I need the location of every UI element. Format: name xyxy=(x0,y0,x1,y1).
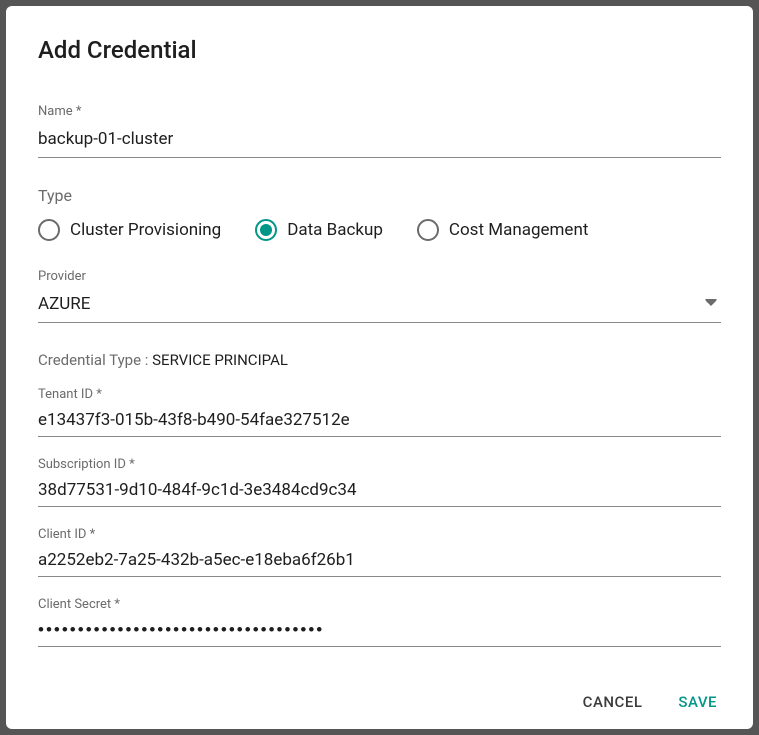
radio-option-data-backup[interactable]: Data Backup xyxy=(255,219,383,241)
provider-label: Provider xyxy=(38,269,721,284)
client-secret-label: Client Secret * xyxy=(38,597,721,612)
subscription-id-input[interactable] xyxy=(38,478,721,507)
radio-option-cluster-provisioning[interactable]: Cluster Provisioning xyxy=(38,219,221,241)
name-input[interactable] xyxy=(38,125,721,158)
client-id-label: Client ID * xyxy=(38,527,721,542)
dialog-title: Add Credential xyxy=(38,36,721,64)
radio-option-cost-management[interactable]: Cost Management xyxy=(417,219,588,241)
name-label: Name * xyxy=(38,104,721,119)
client-id-field-group: Client ID * xyxy=(38,527,721,577)
radio-icon xyxy=(417,219,439,241)
radio-icon-selected xyxy=(255,219,277,241)
save-button[interactable]: SAVE xyxy=(674,687,721,717)
type-radio-group: Cluster Provisioning Data Backup Cost Ma… xyxy=(38,219,721,241)
provider-select[interactable]: AZURE xyxy=(38,290,721,323)
radio-icon xyxy=(38,219,60,241)
provider-field-group: Provider AZURE xyxy=(38,269,721,323)
tenant-id-label: Tenant ID * xyxy=(38,387,721,402)
credential-type-value: SERVICE PRINCIPAL xyxy=(152,351,288,369)
client-id-input[interactable] xyxy=(38,548,721,577)
name-field-group: Name * xyxy=(38,104,721,158)
client-secret-input[interactable] xyxy=(38,618,721,647)
type-label: Type xyxy=(38,186,721,205)
client-secret-field-group: Client Secret * xyxy=(38,597,721,647)
credential-type-row: Credential Type : SERVICE PRINCIPAL xyxy=(38,351,721,369)
subscription-id-field-group: Subscription ID * xyxy=(38,457,721,507)
tenant-id-field-group: Tenant ID * xyxy=(38,387,721,437)
subscription-id-label: Subscription ID * xyxy=(38,457,721,472)
type-section: Type Cluster Provisioning Data Backup Co… xyxy=(38,186,721,241)
add-credential-dialog: Add Credential Name * Type Cluster Provi… xyxy=(6,6,753,729)
tenant-id-input[interactable] xyxy=(38,408,721,437)
credential-type-label: Credential Type : xyxy=(38,351,148,369)
radio-label-cluster-provisioning: Cluster Provisioning xyxy=(70,220,221,240)
radio-label-data-backup: Data Backup xyxy=(287,220,383,240)
cancel-button[interactable]: CANCEL xyxy=(579,687,647,717)
dialog-actions: CANCEL SAVE xyxy=(38,667,721,717)
radio-label-cost-management: Cost Management xyxy=(449,220,588,240)
